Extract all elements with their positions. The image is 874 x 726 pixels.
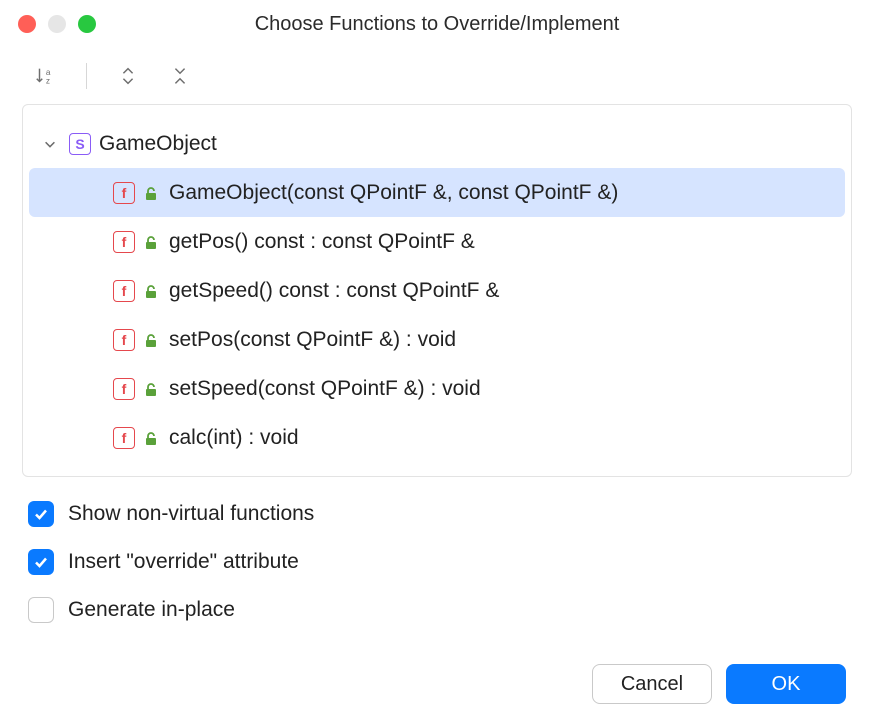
function-icon: f: [113, 231, 135, 253]
footer: Cancel OK: [0, 644, 874, 726]
expand-all-button[interactable]: [111, 59, 145, 93]
minimize-icon: [48, 15, 66, 33]
lock-icon: [143, 332, 159, 348]
option-show-non-virtual[interactable]: Show non-virtual functions: [28, 501, 846, 527]
option-label: Insert "override" attribute: [68, 550, 299, 574]
checkbox[interactable]: [28, 501, 54, 527]
ok-button[interactable]: OK: [726, 664, 846, 704]
tree-item-label: GameObject(const QPointF &, const QPoint…: [169, 181, 618, 205]
tree-root[interactable]: S GameObject: [29, 119, 845, 168]
close-icon[interactable]: [18, 15, 36, 33]
lock-icon: [143, 185, 159, 201]
options: Show non-virtual functions Insert "overr…: [0, 477, 874, 623]
collapse-all-button[interactable]: [163, 59, 197, 93]
tree-item-label: setPos(const QPointF &) : void: [169, 328, 456, 352]
window-controls: [18, 15, 96, 33]
tree-item[interactable]: f GameObject(const QPointF &, const QPoin…: [29, 168, 845, 217]
function-icon: f: [113, 182, 135, 204]
checkbox[interactable]: [28, 549, 54, 575]
chevron-down-icon[interactable]: [39, 133, 61, 155]
option-generate-in-place[interactable]: Generate in-place: [28, 597, 846, 623]
option-label: Generate in-place: [68, 598, 235, 622]
tree-panel: S GameObject f GameObject(const QPointF &…: [22, 104, 852, 477]
titlebar: Choose Functions to Override/Implement: [0, 0, 874, 48]
tree-item-label: getSpeed() const : const QPointF &: [169, 279, 499, 303]
tree-item-label: getPos() const : const QPointF &: [169, 230, 475, 254]
dialog-window: Choose Functions to Override/Implement a…: [0, 0, 874, 726]
tree-item[interactable]: f getSpeed() const : const QPointF &: [29, 266, 845, 315]
function-icon: f: [113, 280, 135, 302]
struct-icon: S: [69, 133, 91, 155]
tree-item[interactable]: f calc(int) : void: [29, 413, 845, 462]
function-icon: f: [113, 329, 135, 351]
tree-item[interactable]: f setSpeed(const QPointF &) : void: [29, 364, 845, 413]
lock-icon: [143, 283, 159, 299]
tree-item[interactable]: f setPos(const QPointF &) : void: [29, 315, 845, 364]
lock-icon: [143, 234, 159, 250]
function-icon: f: [113, 427, 135, 449]
option-label: Show non-virtual functions: [68, 502, 314, 526]
tree-item-label: calc(int) : void: [169, 426, 299, 450]
tree-root-label: GameObject: [99, 132, 217, 156]
tree-item[interactable]: f getPos() const : const QPointF &: [29, 217, 845, 266]
lock-icon: [143, 430, 159, 446]
dialog-title: Choose Functions to Override/Implement: [0, 13, 874, 36]
zoom-icon[interactable]: [78, 15, 96, 33]
tree-item-label: setSpeed(const QPointF &) : void: [169, 377, 481, 401]
svg-text:z: z: [46, 76, 50, 85]
sort-alpha-button[interactable]: az: [28, 59, 62, 93]
option-insert-override[interactable]: Insert "override" attribute: [28, 549, 846, 575]
cancel-button[interactable]: Cancel: [592, 664, 712, 704]
function-icon: f: [113, 378, 135, 400]
lock-icon: [143, 381, 159, 397]
toolbar-divider: [86, 63, 87, 89]
toolbar: az: [0, 48, 874, 104]
checkbox[interactable]: [28, 597, 54, 623]
